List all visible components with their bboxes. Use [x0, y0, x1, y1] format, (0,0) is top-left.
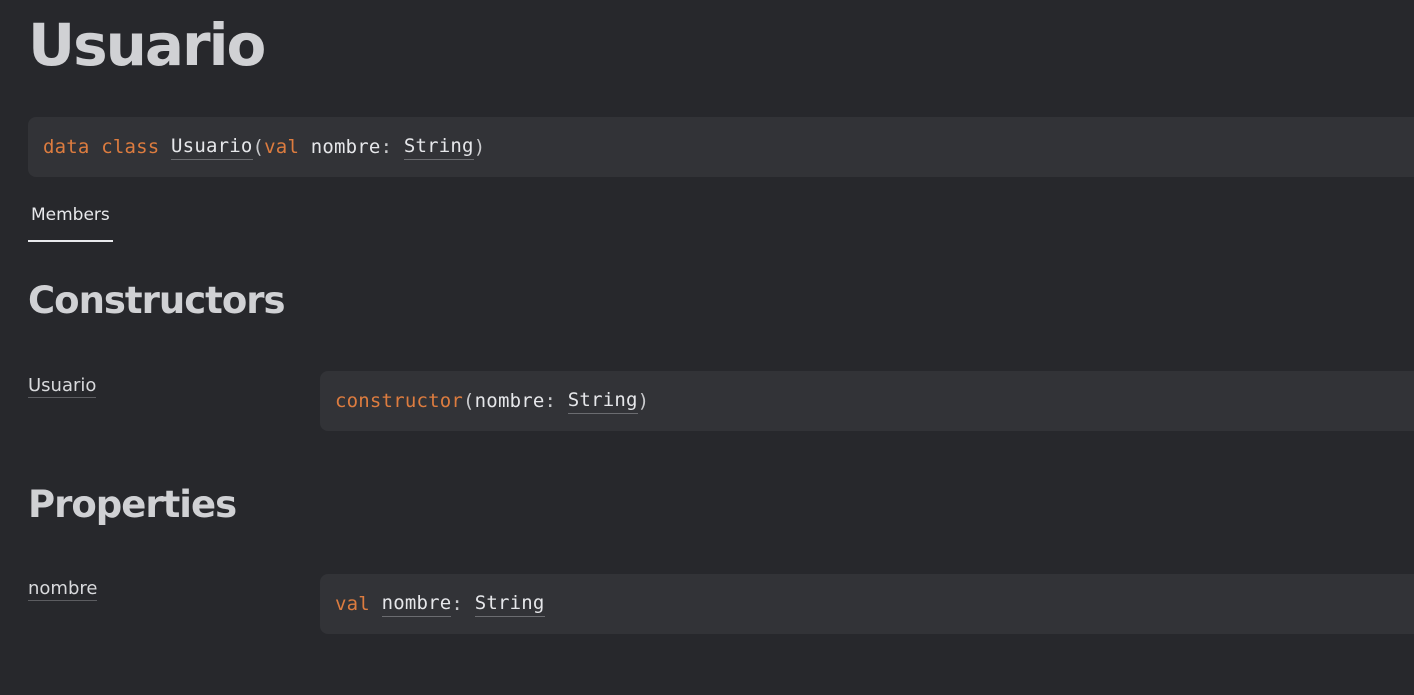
colon: : — [380, 136, 393, 158]
colon: : — [544, 390, 557, 412]
param-type-link[interactable]: String — [403, 135, 474, 160]
colon: : — [451, 593, 464, 615]
close-paren: ) — [473, 136, 486, 158]
param-name: nombre — [310, 136, 381, 158]
properties-heading: Properties — [28, 483, 237, 526]
constructor-signature: constructor(nombre: String) — [320, 371, 1414, 431]
documentation-page: Usuario data class Usuario(val nombre: S… — [0, 0, 1414, 695]
keyword-val: val — [264, 136, 300, 158]
class-signature: data class Usuario(val nombre: String) — [28, 117, 1414, 177]
keyword-constructor: constructor — [335, 390, 464, 412]
property-type-link[interactable]: String — [474, 592, 545, 617]
property-name-code-link[interactable]: nombre — [381, 592, 452, 617]
open-paren: ( — [463, 390, 475, 412]
keyword-val: val — [335, 593, 370, 615]
constructor-name-link[interactable]: Usuario — [28, 375, 97, 398]
open-paren: ( — [252, 136, 265, 158]
close-paren: ) — [637, 390, 650, 412]
page-title: Usuario — [28, 11, 266, 79]
param-type-link[interactable]: String — [567, 389, 638, 414]
tab-members[interactable]: Members — [28, 199, 113, 242]
keyword-data: data — [43, 136, 90, 158]
param-name: nombre — [474, 390, 545, 412]
keyword-class: class — [101, 136, 160, 158]
class-name-link[interactable]: Usuario — [171, 135, 253, 160]
property-signature: val nombre: String — [320, 574, 1414, 634]
property-name-link[interactable]: nombre — [28, 578, 98, 601]
constructors-heading: Constructors — [28, 279, 286, 322]
